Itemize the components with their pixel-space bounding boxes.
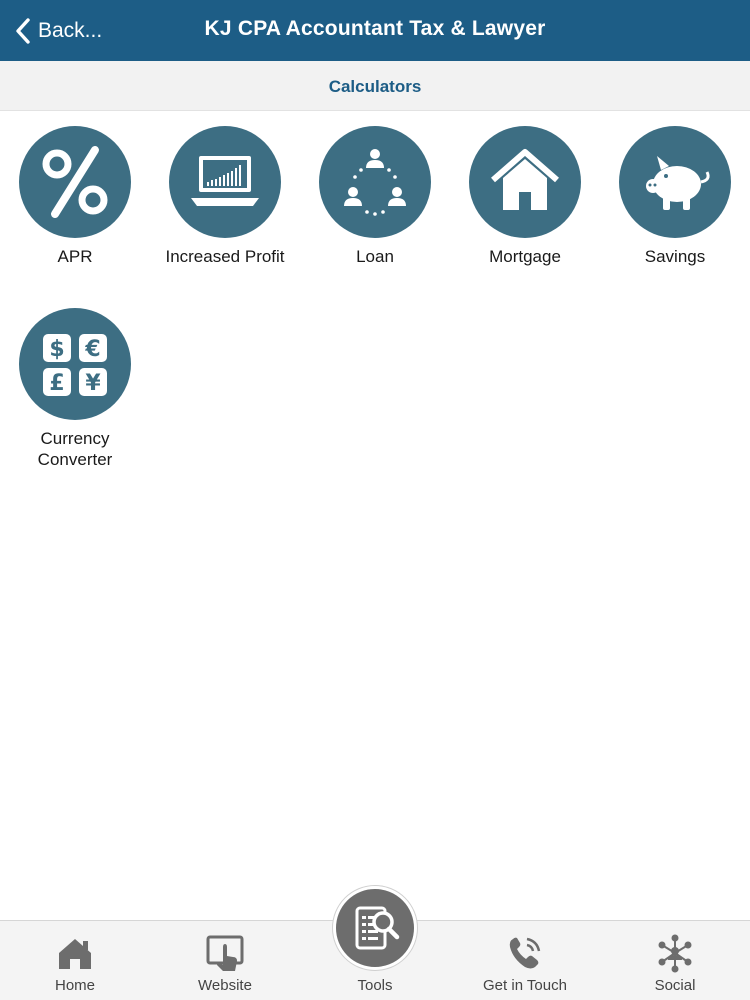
- calculator-mortgage[interactable]: Mortgage: [450, 126, 600, 267]
- calculator-currency-converter[interactable]: $ € £ ¥ Currency Converter: [0, 308, 150, 470]
- svg-text:¥: ¥: [85, 371, 101, 396]
- calculator-increased-profit[interactable]: Increased Profit: [150, 126, 300, 267]
- calculator-apr[interactable]: APR: [0, 126, 150, 267]
- website-touch-icon: [206, 935, 244, 971]
- currency-icon: $ € £ ¥: [19, 308, 131, 420]
- section-header: Calculators: [0, 61, 750, 111]
- house-icon: [469, 126, 581, 238]
- phone-icon: [509, 937, 541, 969]
- calculator-label: Increased Profit: [165, 247, 285, 266]
- svg-text:$: $: [49, 337, 64, 362]
- tab-label: Social: [654, 977, 696, 994]
- tools-button[interactable]: [333, 886, 417, 970]
- svg-text:£: £: [49, 371, 64, 396]
- app-title: KJ CPA Accountant Tax & Lawyer: [204, 17, 546, 40]
- calculator-savings[interactable]: Savings: [600, 126, 750, 267]
- back-label: Back...: [38, 19, 103, 42]
- chevron-left-icon: [16, 18, 30, 44]
- tab-home[interactable]: Home: [0, 921, 150, 1000]
- calculator-label: Loan: [356, 247, 394, 266]
- tab-label: Get in Touch: [483, 977, 567, 994]
- tab-label: Tools: [357, 977, 393, 994]
- people-cycle-icon: [319, 126, 431, 238]
- top-navigation-bar: Back... KJ CPA Accountant Tax & Lawyer: [0, 0, 750, 61]
- tools-icon: [355, 906, 400, 950]
- calculator-label: Mortgage: [489, 247, 561, 266]
- social-network-icon: [658, 934, 692, 973]
- percent-icon: [19, 126, 131, 238]
- calculator-label: APR: [57, 247, 93, 266]
- tab-website[interactable]: Website: [150, 921, 300, 1000]
- section-title: Calculators: [328, 77, 422, 96]
- tab-label: Home: [54, 977, 95, 994]
- calculator-label: Currency Converter: [37, 429, 113, 469]
- calculator-label: Savings: [644, 247, 706, 266]
- tab-label: Website: [198, 977, 252, 994]
- back-button[interactable]: Back...: [14, 14, 102, 48]
- home-icon: [59, 939, 91, 969]
- piggy-bank-icon: [619, 126, 731, 238]
- calculator-loan[interactable]: Loan: [300, 126, 450, 267]
- svg-text:€: €: [84, 337, 100, 362]
- tab-get-in-touch[interactable]: Get in Touch: [450, 921, 600, 1000]
- laptop-chart-icon: [169, 126, 281, 238]
- tab-social[interactable]: Social: [600, 921, 750, 1000]
